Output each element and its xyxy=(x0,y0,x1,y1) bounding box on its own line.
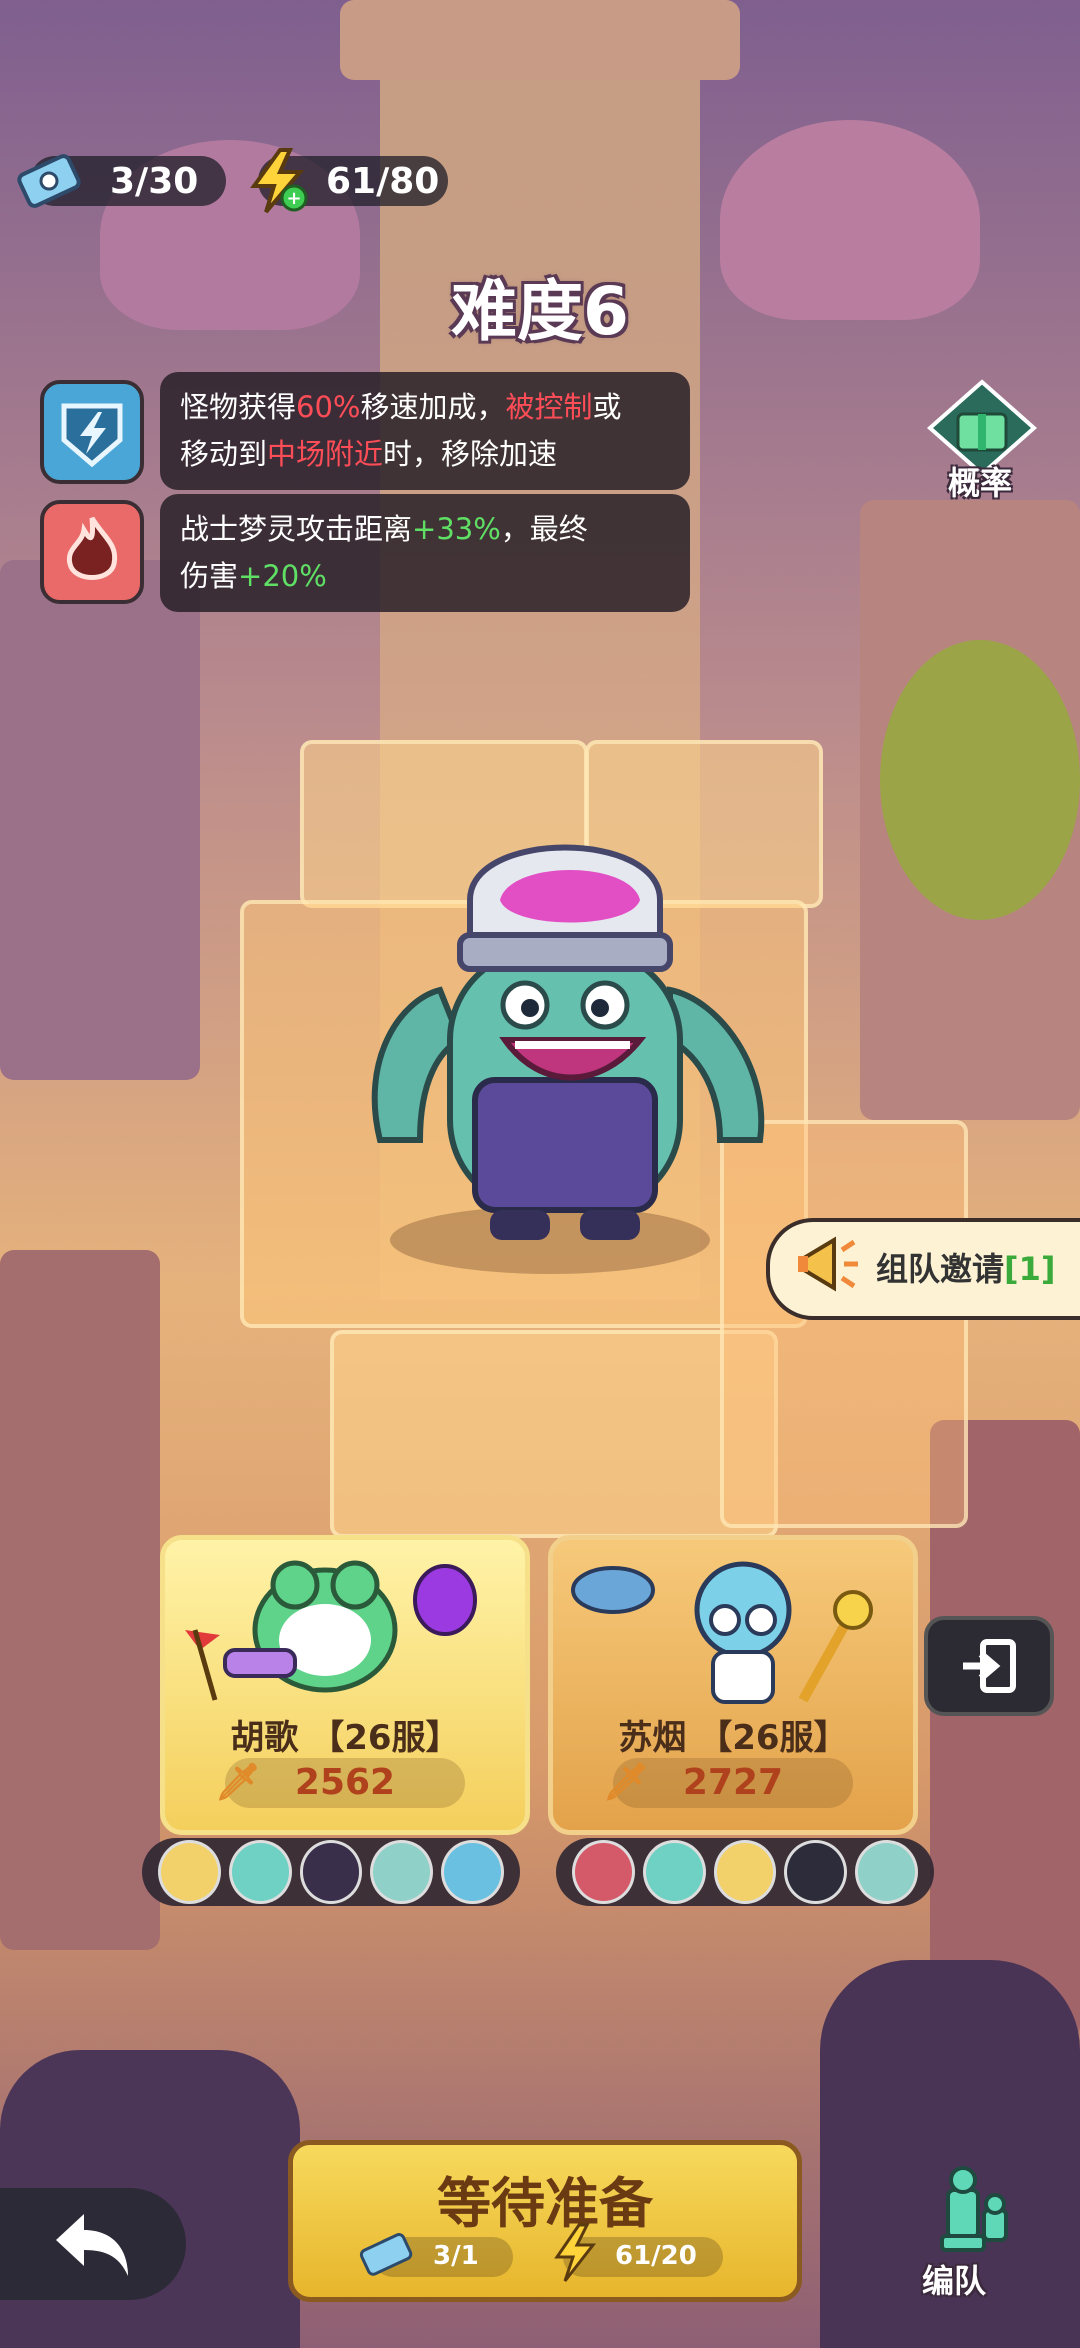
team-invite-button[interactable]: 组队邀请[1] xyxy=(766,1218,1080,1320)
buff-description-1: 怪物获得60%移速加成，被控制或 移动到中场附近时，移除加速 xyxy=(160,372,690,490)
back-button[interactable] xyxy=(0,2188,186,2300)
power-value-1: 2562 xyxy=(294,1762,396,1803)
lightning-shield-icon xyxy=(40,380,144,484)
buff2-text-a: 战士梦灵攻击距离 xyxy=(180,512,413,546)
energy-cost: 61/20 xyxy=(554,2223,723,2282)
chess-piece-icon xyxy=(940,2166,1008,2252)
ready-button[interactable]: 等待准备 3/1 61/20 xyxy=(288,2140,802,2302)
player-card-1[interactable]: 胡歌 【26服】 🗡 2562 xyxy=(160,1535,530,1835)
buff1-highlight-b: 被控制 xyxy=(505,390,593,424)
exit-room-button[interactable] xyxy=(924,1616,1054,1716)
team-avatars-1 xyxy=(142,1838,520,1906)
player-power-2: 🗡 2727 xyxy=(603,1758,853,1808)
energy-counter: + 61/80 xyxy=(250,148,448,214)
team-invite-count: [1] xyxy=(1004,1250,1056,1288)
sword-icon: 🗡 xyxy=(215,1762,261,1803)
buff-description-2: 战士梦灵攻击距离+33%，最终 伤害+20% xyxy=(160,494,690,612)
power-value-2: 2727 xyxy=(682,1762,784,1803)
player-name-1: 胡歌 【26服】 xyxy=(230,1718,460,1758)
probability-button[interactable]: 概率 xyxy=(918,378,1046,502)
team-avatar[interactable] xyxy=(441,1840,504,1904)
buff2-highlight-a: +33% xyxy=(412,512,501,546)
team-avatars-2 xyxy=(556,1838,934,1906)
buff2-highlight-b: +20% xyxy=(238,559,327,593)
team-avatar[interactable] xyxy=(642,1840,706,1904)
ready-label: 等待准备 xyxy=(437,2172,653,2235)
blue-hair-hero-sprite xyxy=(571,1561,873,1704)
buff1-highlight-a: 60% xyxy=(296,390,361,424)
ticket-icon xyxy=(17,154,81,208)
buff2-text-b: ，最终 xyxy=(500,512,588,546)
team-avatar[interactable] xyxy=(299,1840,363,1904)
difficulty-title: 难度6 xyxy=(451,273,629,350)
buff2-text-c: 伤害 xyxy=(180,559,239,593)
ticket-counter: 3/30 xyxy=(17,154,226,208)
buff1-text-a: 怪物获得 xyxy=(180,390,297,424)
team-invite-label: 组队邀请 xyxy=(876,1250,1005,1288)
team-avatar[interactable] xyxy=(855,1840,918,1904)
energy-icon xyxy=(554,2223,597,2282)
energy-count: 61/80 xyxy=(326,160,440,202)
probability-label: 概率 xyxy=(948,464,1013,502)
team-avatar[interactable] xyxy=(228,1840,292,1904)
team-avatar[interactable] xyxy=(572,1840,635,1904)
formation-button[interactable]: 编队 xyxy=(910,2160,1030,2300)
ticket-icon xyxy=(359,2233,413,2276)
team-avatar[interactable] xyxy=(370,1840,434,1904)
svg-text:+: + xyxy=(286,188,301,209)
frog-hero-sprite xyxy=(185,1560,477,1701)
flame-icon xyxy=(40,500,144,604)
player-card-2[interactable]: 苏烟 【26服】 🗡 2727 xyxy=(548,1535,918,1835)
buff1-text-d: 移动到 xyxy=(180,437,268,471)
boss-monster xyxy=(340,840,790,1280)
sword-icon: 🗡 xyxy=(603,1762,649,1803)
megaphone-icon xyxy=(798,1236,858,1292)
energy-plus-icon[interactable]: + xyxy=(242,146,312,216)
buff1-text-c: 或 xyxy=(592,390,622,424)
player-name-2: 苏烟 【26服】 xyxy=(618,1718,848,1758)
formation-label: 编队 xyxy=(922,2262,987,2300)
team-avatar[interactable] xyxy=(713,1840,777,1904)
exit-icon xyxy=(963,1639,1016,1693)
buff1-text-e: 时，移除加速 xyxy=(383,437,558,471)
ticket-cost-value: 3/1 xyxy=(433,2241,479,2271)
team-avatar[interactable] xyxy=(158,1840,221,1904)
ticket-count: 3/30 xyxy=(110,160,199,202)
buff1-text-b: 移速加成， xyxy=(360,390,506,424)
energy-cost-value: 61/20 xyxy=(615,2241,697,2271)
team-avatar[interactable] xyxy=(784,1840,848,1904)
back-arrow-icon xyxy=(56,2214,128,2276)
buff1-highlight-c: 中场附近 xyxy=(267,437,384,471)
ticket-cost: 3/1 xyxy=(359,2233,513,2277)
player-power-1: 🗡 2562 xyxy=(215,1758,465,1808)
